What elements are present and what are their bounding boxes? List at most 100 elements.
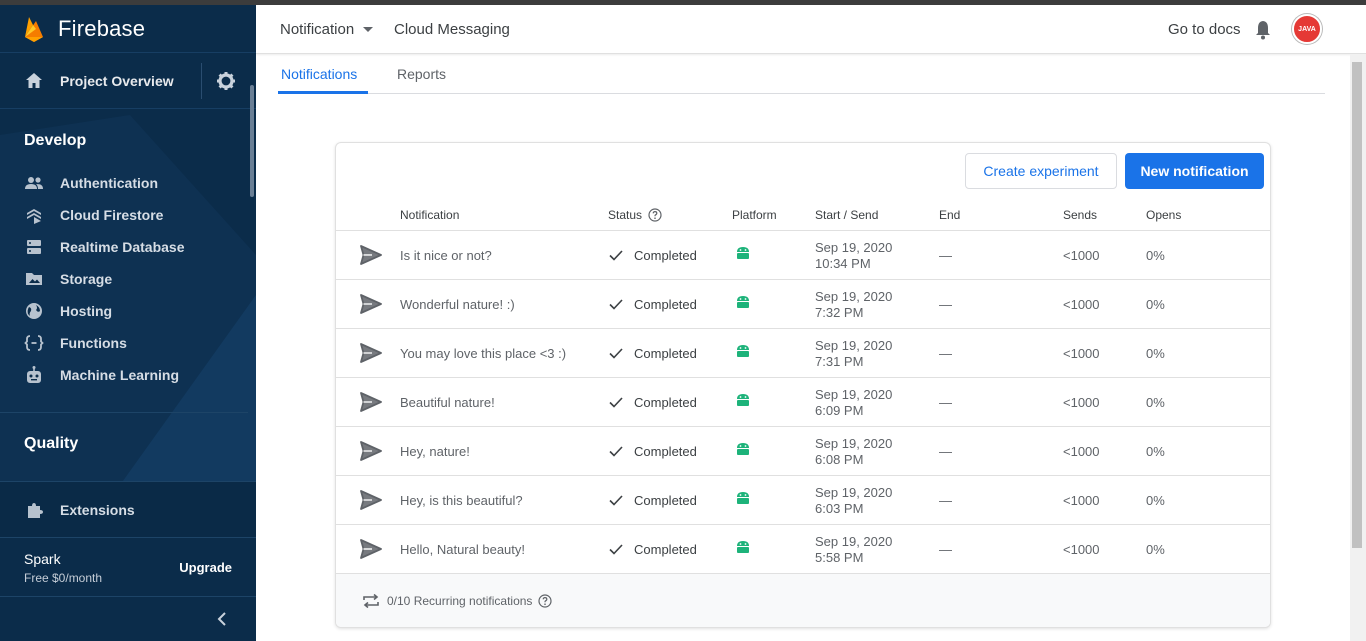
plan-price: Free $0/month — [24, 571, 103, 585]
send-icon — [360, 294, 382, 314]
notification-name[interactable]: Is it nice or not? — [400, 248, 492, 263]
status-cell: Completed — [608, 541, 697, 557]
people-icon — [24, 173, 44, 193]
table-row[interactable]: Hello, Natural beauty! Completed Sep 19, 2… — [336, 525, 1270, 574]
tab-notifications[interactable]: Notifications — [281, 66, 357, 82]
section-develop[interactable]: Develop — [24, 132, 86, 150]
notification-name[interactable]: You may love this place <3 :) — [400, 346, 566, 361]
go-to-docs-link[interactable]: Go to docs — [1168, 21, 1241, 38]
send-icon — [360, 392, 382, 412]
start-send-cell: Sep 19, 2020 6:09 PM — [815, 387, 892, 419]
sidebar-item-machine-learning[interactable]: Machine Learning — [0, 359, 248, 391]
upgrade-button[interactable]: Upgrade — [179, 560, 232, 575]
notification-name[interactable]: Wonderful nature! :) — [400, 297, 515, 312]
robot-icon — [24, 365, 44, 385]
page-scrollbar[interactable] — [1350, 54, 1366, 641]
status-cell: Completed — [608, 394, 697, 410]
sidebar-item-functions[interactable]: Functions — [0, 327, 248, 359]
table-row[interactable]: Beautiful nature! Completed Sep 19, 2020 6:… — [336, 378, 1270, 427]
sidebar-item-cloud-firestore[interactable]: Cloud Firestore — [0, 199, 248, 231]
opens-cell: 0% — [1146, 297, 1165, 312]
send-date: Sep 19, 2020 — [815, 240, 893, 255]
table-row[interactable]: Is it nice or not? Completed Sep 19, 2020 1… — [336, 231, 1270, 280]
create-experiment-button[interactable]: Create experiment — [965, 153, 1117, 189]
product-dropdown-label: Notification — [280, 21, 355, 38]
sidebar-item-label: Hosting — [60, 303, 113, 319]
sidebar-item-label: Machine Learning — [60, 367, 180, 383]
recurring-count: 0/10 Recurring notifications — [387, 594, 533, 608]
notification-name[interactable]: Beautiful nature! — [400, 395, 495, 410]
chevron-down-icon — [363, 27, 374, 32]
send-time: 5:58 PM — [815, 550, 864, 565]
tab-reports[interactable]: Reports — [397, 66, 446, 82]
opens-cell: 0% — [1146, 395, 1165, 410]
extensions-label: Extensions — [60, 501, 135, 518]
android-icon — [736, 540, 750, 557]
table-row[interactable]: Wonderful nature! :) Completed Sep 19, 202… — [336, 280, 1270, 329]
table-row[interactable]: Hey, is this beautiful? Completed Sep 19, … — [336, 476, 1270, 525]
page-scrollbar-thumb[interactable] — [1352, 62, 1362, 548]
status-label: Completed — [634, 394, 697, 410]
send-date: Sep 19, 2020 — [815, 387, 893, 402]
check-icon — [609, 397, 623, 408]
sidebar-item-realtime-database[interactable]: Realtime Database — [0, 231, 248, 263]
send-time: 10:34 PM — [815, 256, 871, 271]
table-header: Notification Status Platform Start / Sen… — [336, 203, 1270, 231]
notification-name[interactable]: Hello, Natural beauty! — [400, 542, 525, 557]
android-icon — [736, 393, 750, 410]
sidebar-item-authentication[interactable]: Authentication — [0, 167, 248, 199]
sidebar-item-hosting[interactable]: Hosting — [0, 295, 248, 327]
notifications-card: Create experiment New notification Notif… — [335, 142, 1271, 628]
sidebar-item-extensions[interactable]: Extensions — [0, 481, 256, 537]
bell-icon[interactable] — [1253, 19, 1273, 41]
sidebar-separator — [0, 412, 248, 413]
start-send-cell: Sep 19, 2020 7:31 PM — [815, 338, 892, 370]
collapse-sidebar-icon[interactable] — [212, 609, 232, 629]
section-quality[interactable]: Quality — [24, 435, 78, 453]
send-icon — [360, 490, 382, 510]
notification-rows: Is it nice or not? Completed Sep 19, 2020 1… — [336, 231, 1270, 574]
status-cell: Completed — [608, 345, 697, 361]
send-time: 6:09 PM — [815, 403, 864, 418]
brand-name: Firebase — [58, 15, 146, 41]
sidebar-item-label: Authentication — [60, 175, 158, 191]
gear-icon[interactable] — [216, 71, 236, 91]
sidebar-item-storage[interactable]: Storage — [0, 263, 248, 295]
column-sends[interactable]: Sends — [1063, 208, 1097, 222]
send-icon — [360, 343, 382, 363]
check-icon — [609, 299, 623, 310]
new-notification-button[interactable]: New notification — [1125, 153, 1264, 189]
send-date: Sep 19, 2020 — [815, 485, 893, 500]
project-divider — [201, 62, 202, 99]
active-tab-indicator — [278, 91, 368, 94]
project-overview-row: Project Overview — [0, 53, 256, 109]
notification-name[interactable]: Hey, nature! — [400, 444, 470, 459]
status-label: Completed — [634, 492, 697, 508]
brand[interactable]: Firebase — [0, 5, 256, 53]
column-start-send[interactable]: Start / Send — [815, 208, 878, 222]
sends-cell: <1000 — [1063, 493, 1100, 508]
status-cell: Completed — [608, 443, 697, 459]
table-row[interactable]: Hey, nature! Completed Sep 19, 2020 6:08 PM… — [336, 427, 1270, 476]
product-dropdown[interactable]: Notification — [280, 21, 374, 38]
column-end[interactable]: End — [939, 208, 960, 222]
check-icon — [609, 495, 623, 506]
help-icon[interactable] — [648, 208, 662, 222]
develop-nav: Authentication Cloud Firestore Realtime … — [0, 167, 248, 391]
table-row[interactable]: You may love this place <3 :) Completed Se… — [336, 329, 1270, 378]
notification-name[interactable]: Hey, is this beautiful? — [400, 493, 523, 508]
avatar[interactable]: JAVA — [1292, 14, 1322, 44]
sidebar-item-label: Storage — [60, 271, 113, 287]
sends-cell: <1000 — [1063, 248, 1100, 263]
opens-cell: 0% — [1146, 542, 1165, 557]
project-overview-link[interactable]: Project Overview — [60, 73, 201, 89]
column-platform[interactable]: Platform — [732, 208, 777, 222]
sends-cell: <1000 — [1063, 346, 1100, 361]
sends-cell: <1000 — [1063, 395, 1100, 410]
column-notification[interactable]: Notification — [400, 208, 459, 222]
column-status[interactable]: Status — [608, 208, 662, 222]
sidebar-scrollbar[interactable] — [250, 85, 254, 197]
end-cell: — — [939, 444, 952, 459]
column-opens[interactable]: Opens — [1146, 208, 1181, 222]
help-icon[interactable] — [538, 594, 553, 608]
